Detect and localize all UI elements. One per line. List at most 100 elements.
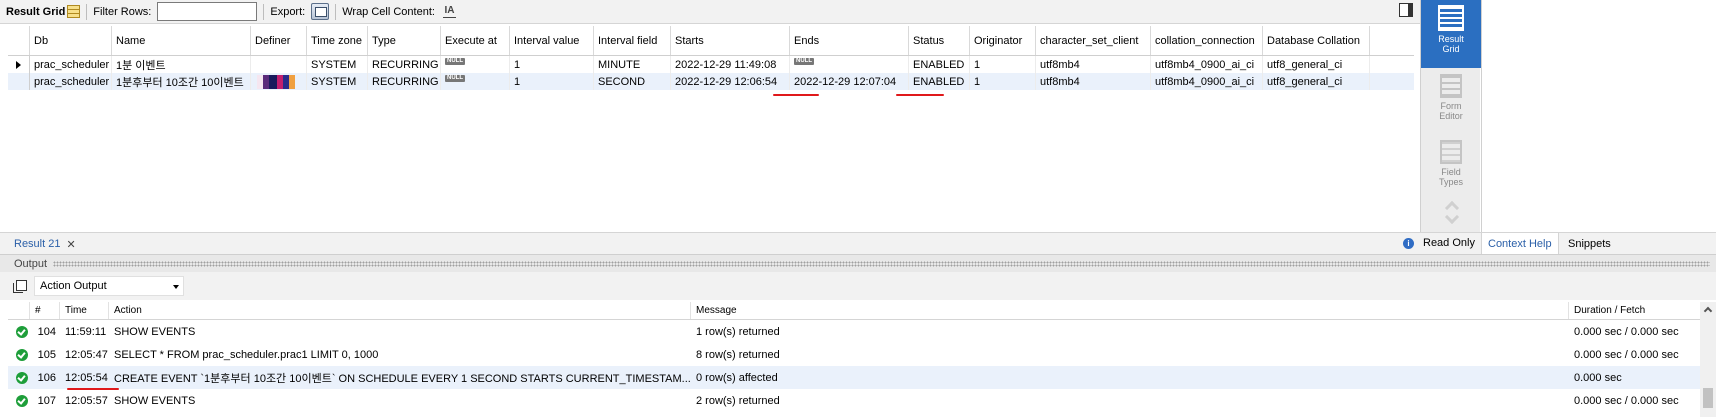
output-panel-header: Output xyxy=(0,254,1716,272)
output-row-time: 12:05:57 xyxy=(65,394,108,407)
col-header-db-collation[interactable]: Database Collation xyxy=(1263,26,1370,55)
col-header-name[interactable]: Name xyxy=(112,26,251,55)
col-header-type[interactable]: Type xyxy=(368,26,441,55)
output-row-action: CREATE EVENT `1분후부터 10조간 10이벤트` ON SCHED… xyxy=(114,372,691,385)
col-header-message[interactable]: Message xyxy=(691,302,1569,319)
grid-header: Db Name Definer Time zone Type Execute a… xyxy=(8,26,1414,56)
snippets-label: Snippets xyxy=(1568,238,1611,250)
tab-snippets[interactable]: Snippets xyxy=(1562,233,1617,255)
field-types-label: Field Types xyxy=(1438,167,1463,187)
output-row[interactable]: 106 12:05:54 CREATE EVENT `1분후부터 10조간 10… xyxy=(8,366,1708,389)
close-icon[interactable]: ✕ xyxy=(66,238,75,251)
cell-collation[interactable]: utf8mb4_0900_ai_ci xyxy=(1151,56,1263,73)
form-editor-button[interactable]: Form Editor xyxy=(1421,74,1481,130)
col-header-execute-at[interactable]: Execute at xyxy=(441,26,510,55)
help-panel xyxy=(1481,0,1716,232)
row-selector[interactable] xyxy=(8,73,30,90)
export-icon[interactable] xyxy=(311,3,330,20)
cell-collation[interactable]: utf8mb4_0900_ai_ci xyxy=(1151,73,1263,90)
scroll-up-icon[interactable] xyxy=(1703,306,1713,316)
col-header-interval-value[interactable]: Interval value xyxy=(510,26,594,55)
output-row-number: 104 xyxy=(37,325,56,338)
col-header-starts[interactable]: Starts xyxy=(671,26,790,55)
success-check-icon xyxy=(16,394,28,407)
scrollbar-thumb[interactable] xyxy=(1703,388,1713,408)
cell-timezone[interactable]: SYSTEM xyxy=(307,56,368,73)
output-row-time: 11:59:11 xyxy=(65,325,107,338)
panel-grip[interactable] xyxy=(53,260,1710,267)
tab-result-21[interactable]: Result 21 ✕ xyxy=(6,233,84,255)
col-header-ends[interactable]: Ends xyxy=(790,26,909,55)
output-toolbar: Action Output xyxy=(0,272,1716,300)
field-types-button[interactable]: Field Types xyxy=(1421,140,1481,196)
output-row-message: 1 row(s) returned xyxy=(696,325,780,338)
output-row-number: 106 xyxy=(37,371,56,384)
cell-interval-field[interactable]: SECOND xyxy=(594,73,671,90)
result-tab-bar: Result 21 ✕ i Read Only Context Help Sni… xyxy=(0,232,1716,255)
col-header-timezone[interactable]: Time zone xyxy=(307,26,368,55)
cell-starts[interactable]: 2022-12-29 11:49:08 xyxy=(671,56,790,73)
cell-execute-at[interactable]: NULL xyxy=(441,56,510,73)
read-only-label: Read Only xyxy=(1423,237,1475,249)
col-header-originator[interactable]: Originator xyxy=(970,26,1036,55)
table-row[interactable]: prac_scheduler 1분 이벤트 SYSTEM RECURRING N… xyxy=(8,56,1414,73)
cell-charset[interactable]: utf8mb4 xyxy=(1036,56,1151,73)
output-row[interactable]: 105 12:05:47 SELECT * FROM prac_schedule… xyxy=(8,343,1708,366)
table-row[interactable]: prac_scheduler 1분후부터 10조간 10이벤트 SYSTEM R… xyxy=(8,73,1414,90)
output-row-number: 105 xyxy=(37,348,56,361)
cell-ends[interactable]: NULL xyxy=(790,56,909,73)
cell-name[interactable]: 1분후부터 10조간 10이벤트 xyxy=(112,73,251,90)
cell-type[interactable]: RECURRING xyxy=(368,73,441,90)
cell-status[interactable]: ENABLED xyxy=(909,73,970,90)
output-row[interactable]: 107 12:05:57 SHOW EVENTS 2 row(s) return… xyxy=(8,389,1708,412)
col-header-db[interactable]: Db xyxy=(30,26,112,55)
cell-interval-value[interactable]: 1 xyxy=(510,56,594,73)
cell-interval-value[interactable]: 1 xyxy=(510,73,594,90)
cell-ends[interactable]: 2022-12-29 12:07:04 xyxy=(790,73,909,90)
cell-interval-field[interactable]: MINUTE xyxy=(594,56,671,73)
cell-type[interactable]: RECURRING xyxy=(368,56,441,73)
cell-definer[interactable] xyxy=(251,73,307,90)
tab-context-help[interactable]: Context Help xyxy=(1481,233,1559,255)
cell-name[interactable]: 1분 이벤트 xyxy=(112,56,251,73)
col-header-collation[interactable]: collation_connection xyxy=(1151,26,1263,55)
col-header-charset[interactable]: character_set_client xyxy=(1036,26,1151,55)
output-row-action: SHOW EVENTS xyxy=(114,325,196,338)
output-row-time: 12:05:47 xyxy=(65,348,108,361)
cell-db[interactable]: prac_scheduler xyxy=(30,73,112,90)
col-header-definer[interactable]: Definer xyxy=(251,26,307,55)
col-header-action[interactable]: Action xyxy=(109,302,691,319)
cell-db-collation[interactable]: utf8_general_ci xyxy=(1263,73,1370,90)
toggle-panel-icon[interactable] xyxy=(1399,3,1413,17)
filter-rows-input[interactable] xyxy=(157,2,258,21)
cell-execute-at[interactable]: NULL xyxy=(441,73,510,90)
cell-originator[interactable]: 1 xyxy=(970,73,1036,90)
cell-db[interactable]: prac_scheduler xyxy=(30,56,112,73)
row-selector[interactable] xyxy=(8,56,30,73)
col-header-time[interactable]: Time xyxy=(60,302,109,319)
output-scrollbar[interactable] xyxy=(1700,302,1716,417)
output-row-duration: 0.000 sec / 0.000 sec xyxy=(1574,325,1679,338)
cell-originator[interactable]: 1 xyxy=(970,56,1036,73)
result-grid-sidebar-button[interactable]: Result Grid xyxy=(1421,0,1481,68)
cell-starts[interactable]: 2022-12-29 12:06:54 xyxy=(671,73,790,90)
col-header-duration[interactable]: Duration / Fetch xyxy=(1569,302,1699,319)
output-row-message: 8 row(s) returned xyxy=(696,348,780,361)
action-output-select[interactable]: Action Output xyxy=(34,276,184,296)
cell-charset[interactable]: utf8mb4 xyxy=(1036,73,1151,90)
col-header-status[interactable]: Status xyxy=(909,26,970,55)
grid-icon[interactable] xyxy=(67,5,81,18)
output-row[interactable]: 104 11:59:11 SHOW EVENTS 1 row(s) return… xyxy=(8,320,1708,343)
col-header-interval-field[interactable]: Interval field xyxy=(594,26,671,55)
result-grid-sidebar-label: Result Grid xyxy=(1438,34,1464,54)
copy-icon[interactable] xyxy=(13,280,27,293)
wrap-cell-icon[interactable]: IA xyxy=(442,5,456,18)
col-header-number[interactable]: # xyxy=(30,302,60,319)
cell-db-collation[interactable]: utf8_general_ci xyxy=(1263,56,1370,73)
export-label: Export: xyxy=(270,5,306,18)
cell-status[interactable]: ENABLED xyxy=(909,56,970,73)
cell-timezone[interactable]: SYSTEM xyxy=(307,73,368,90)
result-grid-tab[interactable]: Result Grid xyxy=(0,0,86,24)
cell-definer[interactable] xyxy=(251,56,307,73)
output-row-message: 2 row(s) returned xyxy=(696,394,780,407)
